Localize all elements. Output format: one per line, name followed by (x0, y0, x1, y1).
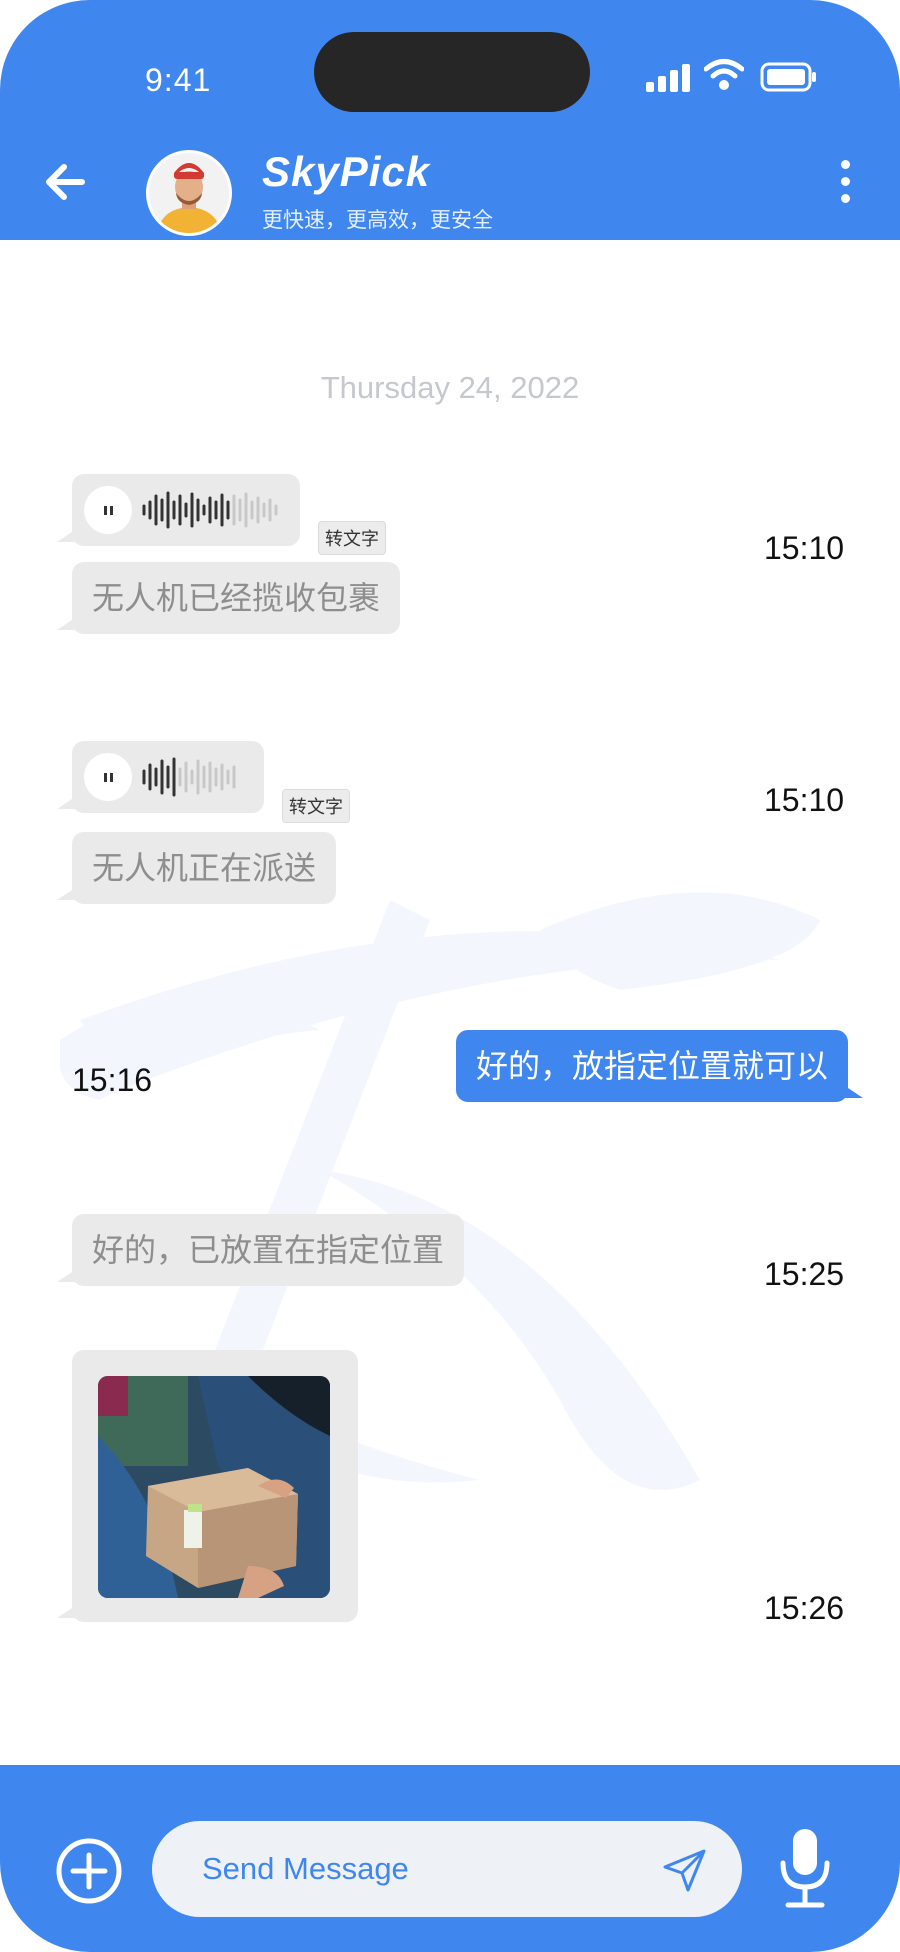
send-icon[interactable] (662, 1847, 708, 1893)
convert-to-text-button[interactable]: 转文字 (318, 521, 386, 555)
message-time: 15:10 (764, 530, 845, 566)
back-arrow-icon[interactable] (42, 157, 92, 207)
voice-message-bubble[interactable] (57, 741, 264, 813)
message-list[interactable]: Thursday 24, 2022 转文字 15:10 无人机已经揽收包裹 转文… (0, 240, 900, 1765)
signal-icon (646, 62, 692, 92)
package-handover-image (98, 1376, 330, 1598)
status-time: 9:41 (145, 62, 212, 98)
add-icon[interactable] (55, 1837, 123, 1905)
phone-screen: 9:41 SkyPick 更快速，更高效，更安全 Thursday 24, 20… (0, 0, 900, 1952)
contact-avatar[interactable] (146, 150, 232, 236)
app-title: SkyPick (262, 148, 431, 195)
outgoing-message-bubble[interactable]: 好的，放指定位置就可以 (455, 1030, 864, 1102)
message-time: 15:25 (764, 1256, 845, 1292)
convert-to-text-button[interactable]: 转文字 (282, 789, 350, 823)
message-time: 15:10 (764, 782, 845, 818)
microphone-icon[interactable] (778, 1827, 832, 1909)
wifi-icon (704, 59, 744, 90)
audio-waveform-icon (142, 757, 236, 797)
message-time: 15:26 (764, 1590, 845, 1626)
voice-transcript-bubble[interactable]: 无人机已经揽收包裹 (56, 562, 401, 634)
chat-header: 9:41 SkyPick 更快速，更高效，更安全 (0, 0, 900, 240)
message-time: 15:16 (72, 1062, 153, 1098)
message-input[interactable] (202, 1821, 632, 1917)
avatar-portrait (149, 153, 229, 233)
battery-icon (760, 62, 816, 92)
play-icon[interactable] (84, 486, 132, 534)
voice-transcript-bubble[interactable]: 无人机正在派送 (56, 832, 337, 904)
app-subtitle: 更快速，更高效，更安全 (262, 209, 493, 232)
dynamic-island (314, 32, 590, 112)
package-photo[interactable] (98, 1376, 330, 1598)
more-vertical-icon[interactable] (838, 160, 852, 204)
play-icon[interactable] (84, 753, 132, 801)
incoming-message-bubble[interactable]: 好的，已放置在指定位置 (56, 1214, 465, 1286)
image-message-bubble[interactable] (57, 1350, 358, 1622)
voice-message-bubble[interactable] (57, 474, 300, 546)
audio-waveform-icon (142, 491, 278, 529)
message-input-container[interactable] (152, 1821, 742, 1917)
date-separator: Thursday 24, 2022 (320, 370, 580, 405)
message-composer (0, 1765, 900, 1952)
